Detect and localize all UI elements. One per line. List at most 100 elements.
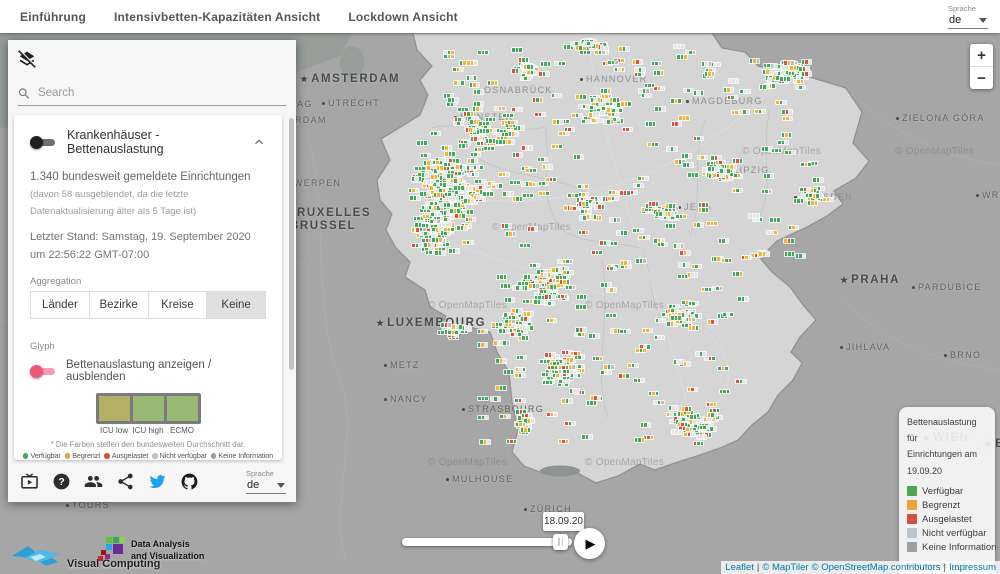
language-value: de — [949, 14, 961, 26]
map-legend-title-line3: 19.09.20 — [907, 463, 987, 479]
video-icon[interactable] — [20, 472, 39, 491]
legend-item-label: Keine Information — [218, 451, 273, 460]
lake-bodensee — [540, 466, 580, 477]
layer-card-title: Krankenhäuser - Bettenauslastung — [67, 128, 242, 156]
legend-item: Verfügbar — [23, 451, 61, 460]
maptiler-link[interactable]: © MapTiler — [762, 562, 808, 573]
language-dropdown[interactable]: de — [948, 13, 988, 29]
glyph-cell-icu-low — [99, 396, 130, 421]
legend-item: Keine Information — [211, 451, 273, 460]
layers-off-icon[interactable] — [16, 48, 38, 70]
language-label: Sprache — [246, 469, 286, 478]
aggregation-label: Aggregation — [30, 276, 266, 287]
panel-footer: ? Sprache de — [20, 469, 286, 494]
map-legend-item: Keine Information — [907, 542, 987, 553]
aggregation-option-bezirke[interactable]: Bezirke — [89, 292, 148, 318]
group-icon[interactable] — [84, 472, 103, 491]
legend-color-dot — [65, 453, 71, 459]
glyph-cell-label: ICU high — [131, 426, 165, 435]
aggregation-option-kreise[interactable]: Kreise — [148, 292, 207, 318]
aggregation-option-länder[interactable]: Länder — [31, 292, 89, 318]
layer-visibility-toggle[interactable] — [30, 136, 57, 149]
nav-item-3[interactable]: Lockdown Ansicht — [348, 10, 457, 24]
language-dropdown[interactable]: de — [246, 478, 286, 494]
dav-logo-icon — [98, 537, 125, 564]
glyph-cell-label: ICU low — [97, 426, 131, 435]
twitter-icon[interactable] — [148, 472, 167, 491]
top-navigation: Einführung Intensivbetten-Kapazitäten Ans… — [0, 0, 1000, 33]
github-icon[interactable] — [180, 472, 199, 491]
osm-link[interactable]: © OpenStreetMap contributors — [812, 562, 941, 573]
legend-item-label: Nicht verfügbar — [160, 451, 207, 460]
play-icon: ▶ — [586, 536, 596, 552]
legend-color-dot — [152, 453, 158, 459]
share-icon[interactable] — [116, 472, 135, 491]
map-legend-item: Verfügbar — [907, 486, 987, 497]
legend-item-label: Begrenzt — [72, 451, 100, 460]
legend-color-square — [907, 514, 917, 524]
map-legend-item-label: Ausgelastet — [922, 514, 972, 525]
glyph-cell-icu-high — [133, 396, 164, 421]
legend-color-square — [907, 500, 917, 510]
attribution-separator: | — [757, 562, 759, 573]
legend-item: Ausgelastet — [104, 451, 148, 460]
map-legend-items: Verfügbar Begrenzt Ausgelastet Nicht verfüg… — [907, 486, 987, 553]
leaflet-link[interactable]: Leaflet — [725, 562, 754, 573]
legend-color-dot — [23, 453, 29, 459]
timeline-slider-handle[interactable] — [553, 534, 568, 550]
legend-item-label: Verfügbar — [30, 451, 60, 460]
timeline-date-tooltip: 18.09.20 — [543, 512, 584, 531]
dav-label-line1: Data Analysis — [131, 539, 204, 551]
attribution-separator: | — [944, 562, 946, 573]
map-attribution: Leaflet | © MapTiler © OpenStreetMap con… — [721, 561, 1000, 574]
svg-text:?: ? — [58, 477, 64, 488]
map-legend-item-label: Keine Information — [922, 542, 996, 553]
glyph-toggle-label: Bettenauslastung anzeigen / ausblenden — [66, 359, 266, 383]
map-legend-title-line1: Bettenauslastung für — [907, 414, 987, 446]
zoom-out-button[interactable]: − — [970, 67, 993, 89]
glyph-label: Glyph — [30, 341, 266, 352]
legend-color-dot — [104, 453, 110, 459]
glyph-color-legend: Verfügbar Begrenzt Ausgelastet Nicht verfüg… — [30, 451, 266, 460]
hidden-facilities-note: (davon 58 ausgeblendet, da die letzte Da… — [30, 187, 266, 220]
language-select-top: Sprache de — [948, 4, 988, 29]
legend-color-square — [907, 486, 917, 496]
glyph-footnote: * Die Farben stellen den bundesweiten Du… — [30, 440, 266, 449]
language-select-bottom: Sprache de — [246, 469, 286, 494]
panel-scrollbar[interactable] — [289, 118, 294, 370]
control-panel: Krankenhäuser - Bettenauslastung 1.340 b… — [8, 40, 296, 502]
map-legend-item: Nicht verfügbar — [907, 528, 987, 539]
search-bar — [18, 86, 286, 106]
map-legend-item-label: Begrenzt — [922, 500, 960, 511]
timeline-slider-track[interactable] — [402, 538, 572, 546]
search-icon — [18, 87, 30, 100]
impressum-link[interactable]: Impressum — [949, 562, 996, 573]
map-legend-item: Ausgelastet — [907, 514, 987, 525]
legend-color-square — [907, 542, 917, 552]
app-root: © OpenMapTiles© OpenMapTiles© OpenMapTil… — [0, 0, 1000, 574]
timeline-play-button[interactable]: ▶ — [574, 528, 605, 559]
lake-ijsselmeer — [340, 46, 364, 78]
legend-color-dot — [211, 453, 217, 459]
aggregation-option-keine[interactable]: Keine — [206, 292, 265, 318]
nav-item-1[interactable]: Einführung — [20, 10, 86, 24]
nav-item-2[interactable]: Intensivbetten-Kapazitäten Ansicht — [114, 10, 320, 24]
last-update-text: Letzter Stand: Samstag, 19. September 20… — [30, 229, 266, 264]
glyph-preview: ICU lowICU highECMO — [30, 393, 266, 435]
map-legend-item: Begrenzt — [907, 500, 987, 511]
chevron-down-icon — [979, 18, 987, 23]
legend-item-label: Ausgelastet — [112, 451, 148, 460]
chevron-down-icon — [277, 483, 285, 488]
collapse-chevron-icon[interactable] — [252, 135, 266, 149]
search-input[interactable] — [36, 86, 286, 100]
glyph-cell-ecmo — [167, 396, 198, 421]
legend-item: Nicht verfügbar — [152, 451, 207, 460]
dav-logo[interactable]: Data Analysis and Visualization — [98, 537, 204, 564]
help-icon[interactable]: ? — [52, 472, 71, 491]
legend-color-square — [907, 528, 917, 538]
map-legend-card: Bettenauslastung für Einrichtungen am 19… — [899, 407, 995, 574]
zoom-in-button[interactable]: + — [970, 44, 993, 67]
glyph-visibility-toggle[interactable] — [30, 365, 57, 378]
language-value: de — [247, 479, 259, 491]
visual-computing-logo-icon — [6, 544, 64, 570]
